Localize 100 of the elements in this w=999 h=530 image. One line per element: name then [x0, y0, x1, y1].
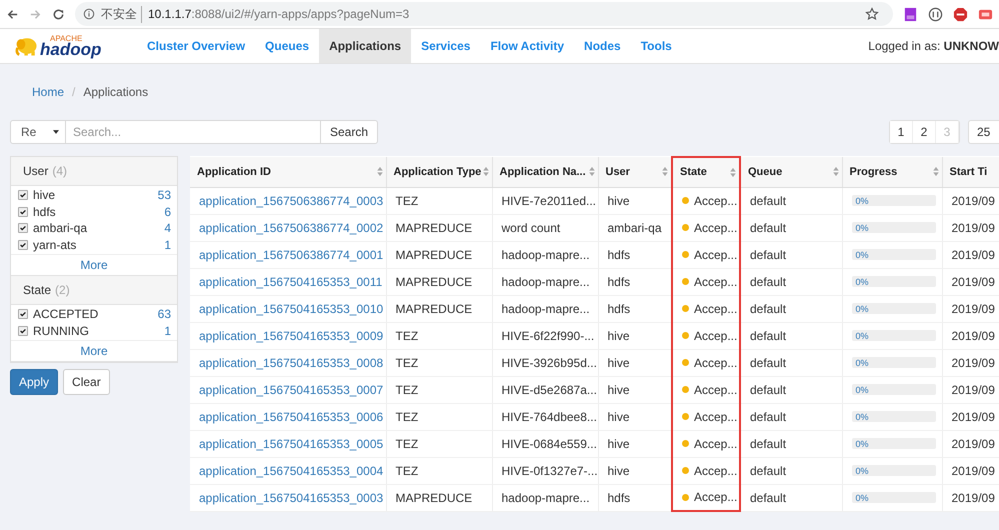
breadcrumb-current: Applications	[83, 85, 148, 99]
nav-tab[interactable]: Cluster Overview	[137, 29, 256, 63]
column-header[interactable]: Progress	[842, 157, 942, 187]
address-bar[interactable]: 不安全 10.1.1.7:8088/ui2/#/yarn-apps/apps?pageNum=3	[75, 2, 893, 26]
filter-option: ambari-qa	[33, 221, 164, 236]
application-link[interactable]: application_1567504165353_0004	[199, 464, 384, 478]
apply-button[interactable]: Apply	[10, 369, 58, 395]
table-cell: hadoop-mapre...	[502, 274, 590, 288]
table-cell: Accep...	[694, 248, 738, 262]
extension-icon[interactable]	[903, 6, 918, 22]
table-cell: 2019/09	[952, 248, 995, 262]
application-link[interactable]: application_1567504165353_0009	[199, 328, 384, 342]
application-link[interactable]: application_1567504165353_0006	[199, 410, 384, 424]
nav-tab[interactable]: Applications	[319, 29, 412, 63]
search-button[interactable]: Search	[320, 120, 378, 144]
table-cell: TEZ	[396, 356, 418, 370]
search-field[interactable]: Search...	[66, 120, 320, 144]
table-cell: 2019/09	[952, 194, 995, 208]
application-link[interactable]: application_1567504165353_0008	[199, 356, 384, 370]
application-link[interactable]: application_1567504165353_0007	[199, 382, 384, 396]
application-link[interactable]: application_1567504165353_0003	[199, 490, 384, 504]
search-scope-dropdown[interactable]: Re	[10, 120, 66, 144]
caret-icon	[53, 130, 59, 134]
filter-count: 1	[164, 324, 171, 338]
table-cell: HIVE-0684e559...	[502, 436, 597, 450]
application-link[interactable]: application_1567506386774_0002	[199, 220, 384, 234]
login-status: Logged in as: UNKNOW	[868, 39, 999, 53]
table-cell: Accep...	[694, 490, 738, 504]
breadcrumb-separator: /	[72, 85, 76, 99]
star-icon[interactable]	[865, 7, 879, 21]
table-cell: 2019/09	[952, 490, 995, 504]
back-icon[interactable]	[6, 8, 19, 20]
table-cell: default	[750, 382, 786, 396]
checkbox[interactable]	[18, 240, 28, 250]
application-link[interactable]: application_1567504165353_0011	[199, 274, 382, 288]
application-link[interactable]: application_1567504165353_0010	[199, 302, 384, 316]
column-header[interactable]: Application Na...	[492, 157, 598, 187]
table-cell: 2019/09	[952, 436, 995, 450]
more-link[interactable]: More	[11, 340, 177, 362]
column-header[interactable]: Application Type	[386, 157, 492, 187]
clear-button[interactable]: Clear	[63, 369, 110, 395]
table-cell: hdfs	[608, 248, 630, 262]
checkbox[interactable]	[18, 206, 28, 217]
table-cell: 2019/09	[952, 382, 995, 396]
column-header[interactable]: Queue	[740, 157, 842, 187]
table-cell: 2019/09	[952, 220, 995, 234]
page-size-dropdown[interactable]: 25	[968, 120, 999, 144]
table-cell: hive	[608, 382, 630, 396]
filter-count: (2)	[55, 283, 70, 297]
table-cell: default	[750, 410, 786, 424]
application-link[interactable]: application_1567504165353_0005	[199, 436, 384, 450]
table-cell: HIVE-d5e2687a...	[502, 382, 597, 396]
table-cell: TEZ	[396, 464, 418, 478]
table-cell: hadoop-mapre...	[502, 302, 590, 316]
progress-label: 0%	[854, 304, 869, 314]
table-cell: hive	[608, 436, 630, 450]
checkbox[interactable]	[18, 309, 28, 320]
reload-icon[interactable]	[52, 8, 65, 20]
table-cell: Accep...	[694, 194, 738, 208]
table-cell: Accep...	[694, 410, 738, 424]
checkbox[interactable]	[18, 223, 28, 234]
table-cell: HIVE-7e2011ed...	[502, 194, 596, 208]
nav-tab[interactable]: Queues	[255, 29, 320, 63]
table-cell: ambari-qa	[608, 220, 662, 234]
nav-tab[interactable]: Services	[411, 29, 480, 63]
adblock-icon[interactable]	[953, 6, 968, 22]
nav-tab[interactable]: Nodes	[574, 29, 631, 63]
table-cell: MAPREDUCE	[396, 248, 472, 262]
table-cell: MAPREDUCE	[396, 490, 472, 504]
table-cell: Accep...	[694, 302, 738, 316]
column-header[interactable]: Start Ti	[942, 157, 999, 187]
extension-icon[interactable]	[928, 6, 943, 22]
checkbox[interactable]	[18, 326, 28, 336]
table-cell: MAPREDUCE	[396, 220, 472, 234]
page-button[interactable]: 1	[890, 121, 913, 143]
filter-option: hdfs	[33, 204, 164, 219]
url-text: 10.1.1.7:8088/ui2/#/yarn-apps/apps?pageNum=3	[148, 7, 410, 21]
table-cell: hive	[608, 194, 630, 208]
table-cell: HIVE-6f22f990-...	[502, 328, 594, 342]
application-link[interactable]: application_1567506386774_0003	[199, 194, 384, 208]
table-cell: hive	[608, 464, 630, 478]
table-cell: hdfs	[608, 490, 630, 504]
table-cell: 2019/09	[952, 328, 995, 342]
table-cell: 2019/09	[952, 464, 995, 478]
nav-tab[interactable]: Flow Activity	[480, 29, 574, 63]
column-header[interactable]: State	[672, 157, 740, 187]
filter-count: 63	[158, 307, 171, 322]
application-link[interactable]: application_1567506386774_0001	[199, 248, 384, 262]
table-cell: MAPREDUCE	[396, 274, 472, 288]
checkbox[interactable]	[18, 190, 28, 200]
progress-label: 0%	[854, 222, 869, 232]
column-header[interactable]: Application ID	[190, 157, 386, 187]
nav-tab[interactable]: Tools	[630, 29, 682, 63]
table-cell: TEZ	[396, 382, 418, 396]
table-cell: default	[750, 436, 786, 450]
breadcrumb-link[interactable]: Home	[32, 85, 64, 99]
table-cell: default	[750, 490, 786, 504]
info-icon[interactable]	[83, 8, 95, 20]
table-cell: default	[750, 248, 786, 262]
column-header[interactable]: User	[598, 157, 672, 187]
